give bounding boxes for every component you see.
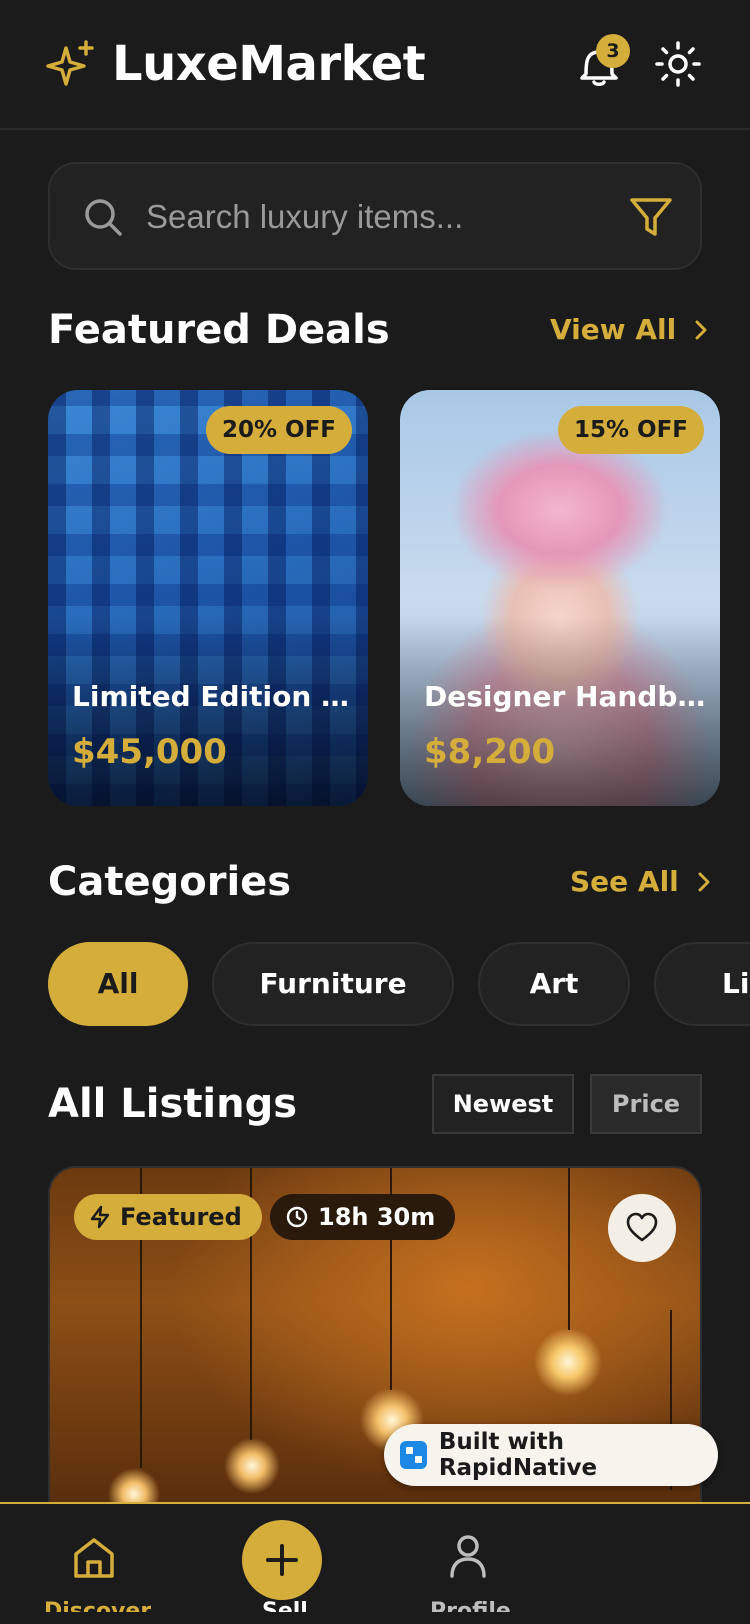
see-all-link[interactable]: See All <box>570 862 715 902</box>
sparkle-icon <box>46 40 94 86</box>
time-left-label: 18h 30m <box>318 1203 436 1231</box>
chevron-right-icon <box>698 872 710 892</box>
tab-label-discover[interactable]: Discover <box>44 1598 151 1612</box>
view-all-label: View All <box>550 313 677 346</box>
plus-icon <box>266 1544 298 1576</box>
search-input[interactable] <box>146 192 586 242</box>
built-with-rapidnative-badge[interactable]: Built with RapidNative <box>384 1424 718 1486</box>
discount-badge: 20% OFF <box>205 406 352 454</box>
category-chip-all[interactable]: All <box>48 942 188 1026</box>
sun-icon[interactable] <box>654 40 702 88</box>
rapidnative-logo-icon <box>400 1441 427 1469</box>
view-all-link[interactable]: View All <box>550 310 712 350</box>
sell-button[interactable] <box>242 1520 322 1600</box>
sort-newest-button[interactable]: Newest <box>432 1074 574 1134</box>
deal-price: $45,000 <box>72 732 227 772</box>
category-chip-art[interactable]: Art <box>478 942 630 1026</box>
all-listings-title: All Listings <box>48 1081 298 1127</box>
notification-badge: 3 <box>596 34 630 68</box>
deal-name: Limited Edition W... <box>72 680 358 713</box>
chevron-right-icon <box>695 320 707 340</box>
user-icon[interactable] <box>444 1532 492 1580</box>
lamp-cord <box>568 1168 570 1330</box>
heart-icon <box>626 1212 658 1242</box>
deal-price: $8,200 <box>424 732 556 772</box>
lightning-icon <box>90 1205 110 1229</box>
featured-badge: Featured <box>74 1194 262 1240</box>
search-icon <box>85 199 122 236</box>
clock-icon <box>286 1206 308 1228</box>
rapidnative-label: Built with RapidNative <box>438 1429 598 1481</box>
category-chip-furniture[interactable]: Furniture <box>212 942 454 1026</box>
search-bar <box>48 162 702 270</box>
filter-icon[interactable] <box>628 194 674 240</box>
deal-card[interactable]: 15% OFF Designer Handbag $8,200 <box>400 390 720 806</box>
app-header: LuxeMarket 3 <box>0 0 750 130</box>
category-chip-lighting[interactable]: Lig <box>654 942 750 1026</box>
time-left-badge: 18h 30m <box>270 1194 456 1240</box>
deal-name: Designer Handbag <box>424 680 710 713</box>
brand-title: LuxeMarket <box>112 36 426 92</box>
tab-label-profile[interactable]: Profile <box>430 1598 511 1612</box>
deal-card[interactable]: 20% OFF Limited Edition W... $45,000 <box>48 390 368 806</box>
home-icon[interactable] <box>70 1534 118 1582</box>
featured-deals-title: Featured Deals <box>48 307 390 353</box>
discount-badge: 15% OFF <box>557 406 704 454</box>
favorite-button[interactable] <box>608 1194 676 1262</box>
tab-label-sell[interactable]: Sell <box>262 1598 308 1612</box>
see-all-label: See All <box>570 865 679 898</box>
featured-label: Featured <box>120 1203 242 1231</box>
categories-title: Categories <box>48 859 292 905</box>
bottom-tab-bar: Discover Sell Profile <box>0 1502 750 1624</box>
sort-price-button[interactable]: Price <box>590 1074 702 1134</box>
